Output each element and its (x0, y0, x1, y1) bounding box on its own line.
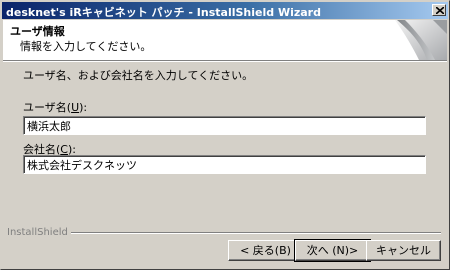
footer-divider (63, 232, 441, 234)
page-subtitle: 情報を入力してください。 (20, 40, 152, 53)
company-name-input[interactable] (23, 155, 426, 174)
title-bar[interactable]: desknet's iRキャビネット パッチ - InstallShield W… (2, 2, 448, 19)
header-divider (3, 60, 447, 62)
installer-window: desknet's iRキャビネット パッチ - InstallShield W… (0, 0, 450, 270)
user-name-input[interactable] (23, 116, 426, 135)
window-title: desknet's iRキャビネット パッチ - InstallShield W… (6, 6, 321, 19)
page-curl-icon (395, 20, 447, 60)
page-title: ユーザ情報 (10, 25, 65, 38)
close-icon (436, 7, 444, 14)
back-button[interactable]: < 戻る(B) (228, 240, 303, 261)
cancel-button[interactable]: キャンセル (366, 240, 441, 261)
close-button[interactable] (432, 4, 446, 16)
wizard-header: ユーザ情報 情報を入力してください。 (3, 20, 447, 60)
user-name-label: ユーザ名(U): (23, 101, 88, 114)
installshield-brand: InstallShield (3, 227, 447, 238)
next-button[interactable]: 次へ (N)> (294, 239, 371, 262)
brand-label: InstallShield (7, 227, 71, 238)
instruction-text: ユーザ名、および会社名を入力してください。 (23, 69, 254, 82)
